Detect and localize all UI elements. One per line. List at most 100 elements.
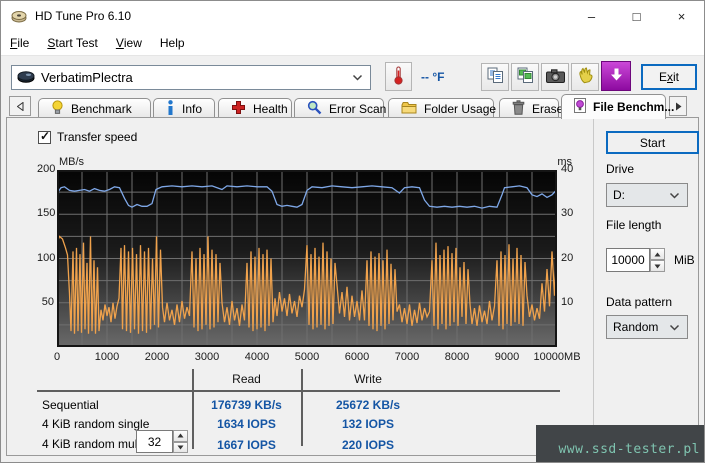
disk-icon (17, 70, 35, 86)
title-bar: HD Tune Pro 6.10 – □ × (1, 1, 704, 31)
exit-button[interactable]: Exit (641, 64, 697, 90)
tab-info[interactable]: Info (153, 98, 215, 118)
file-length-unit: MiB (674, 253, 695, 267)
chevron-down-icon (669, 324, 687, 331)
axis-tick-label: 7000 (394, 351, 420, 363)
data-pattern-value: Random (613, 320, 659, 334)
menu-file[interactable]: File (1, 31, 38, 55)
transfer-speed-checkbox[interactable]: Transfer speed (38, 129, 138, 144)
transfer-speed-plot (57, 170, 557, 347)
queue-depth-input[interactable]: 32 (136, 430, 173, 453)
trash-icon (512, 99, 525, 118)
chevron-down-icon (669, 192, 687, 199)
axis-tick-label: 100 (37, 251, 56, 264)
file-length-spinner (650, 248, 665, 272)
copy-text-button[interactable] (481, 63, 509, 91)
tab-benchmark[interactable]: Benchmark (38, 98, 151, 118)
info-icon (166, 99, 175, 118)
copy-image-icon (517, 67, 534, 87)
sequential-read-value: 176739 KB/s (211, 398, 282, 412)
watermark-text: www.ssd-tester.pl (558, 442, 700, 457)
menu-start-test[interactable]: Start Test (38, 31, 106, 55)
axis-tick-label: 40 (561, 163, 574, 175)
random-single-read-value: 1634 IOPS (217, 417, 276, 431)
tab-file-benchmark[interactable]: File Benchm... (561, 94, 674, 119)
magnifier-icon (307, 100, 322, 118)
menu-bar: File Start Test View Help (1, 31, 704, 55)
read-column-header: Read (232, 372, 261, 386)
drive-select[interactable]: VerbatimPlectra (11, 65, 371, 90)
arrow-right-icon (675, 99, 682, 114)
tab-erase[interactable]: Erase (499, 98, 563, 118)
file-length-input[interactable]: 10000 (606, 248, 650, 272)
axis-tick-label: 2000 (144, 351, 170, 363)
table-header-divider (37, 390, 560, 392)
file-benchmark-icon (574, 98, 586, 116)
menu-view[interactable]: View (107, 31, 151, 55)
copy-text-icon (487, 67, 504, 87)
axis-tick-label: 10 (561, 295, 574, 308)
tab-bar: Benchmark Info Health Error Scan Folder … (1, 93, 704, 119)
tab-folder-usage[interactable]: Folder Usage (388, 98, 496, 118)
save-button[interactable] (601, 61, 631, 91)
tab-health[interactable]: Health (218, 98, 292, 118)
download-arrow-icon (609, 67, 624, 85)
thermometer-icon (393, 66, 404, 88)
start-button[interactable]: Start (606, 131, 699, 154)
drive-select-value: VerbatimPlectra (41, 70, 133, 85)
checkbox-label: Transfer speed (57, 130, 138, 144)
data-pattern-label: Data pattern (606, 295, 673, 309)
axis-tick-label: 0 (53, 351, 61, 363)
axis-tick-label: 5000 (294, 351, 320, 363)
checkbox-box (38, 129, 51, 144)
chevron-down-icon (352, 74, 370, 81)
window-controls: – □ × (569, 1, 704, 31)
sequential-write-value: 25672 KB/s (335, 398, 401, 412)
drive-dropdown-value: D: (613, 188, 625, 202)
row-label-random-multi: 4 KiB random multi (42, 437, 144, 451)
axis-tick-label: 50 (41, 295, 54, 308)
axis-tick-label: 30 (561, 207, 574, 220)
data-pattern-dropdown[interactable]: Random (606, 315, 688, 339)
donate-button[interactable] (571, 63, 599, 91)
file-benchmark-panel: Transfer speed MB/s ms 2001501005040302 (6, 117, 699, 456)
axis-tick-label: 20 (561, 251, 574, 264)
axis-tick-label: 3000 (194, 351, 220, 363)
health-cross-icon (231, 100, 246, 118)
axis-tick-label: 6000 (344, 351, 370, 363)
temperature-value: -- °F (421, 70, 445, 84)
axis-tick-label: 10000MB (533, 351, 581, 363)
folder-icon (401, 101, 417, 117)
camera-icon (545, 68, 565, 86)
bulb-icon (51, 99, 64, 118)
window-title: HD Tune Pro 6.10 (35, 9, 132, 23)
axis-tick-label: 1000 (94, 351, 120, 363)
spin-down-button[interactable] (173, 441, 188, 453)
close-button[interactable]: × (659, 1, 704, 31)
drive-dropdown[interactable]: D: (606, 183, 688, 207)
hand-icon (577, 67, 594, 87)
tab-scroll-left[interactable] (9, 96, 31, 116)
random-multi-read-value: 1667 IOPS (217, 438, 276, 452)
temperature-button[interactable] (385, 62, 412, 91)
tab-error-scan[interactable]: Error Scan (294, 98, 386, 118)
spin-down-button[interactable] (650, 260, 665, 272)
file-length-label: File length (606, 218, 662, 232)
axis-tick-label: 8000 (444, 351, 470, 363)
row-label-random-single: 4 KiB random single (42, 417, 150, 431)
queue-depth-spinner: 32 (136, 430, 188, 453)
screenshot-button[interactable] (541, 63, 569, 91)
random-single-write-value: 132 IOPS (341, 417, 395, 431)
maximize-button[interactable]: □ (614, 1, 659, 31)
minimize-button[interactable]: – (569, 1, 614, 31)
random-multi-write-value: 220 IOPS (341, 438, 395, 452)
copy-image-button[interactable] (511, 63, 539, 91)
spin-up-button[interactable] (650, 248, 665, 260)
menu-help[interactable]: Help (151, 31, 194, 55)
spin-up-button[interactable] (173, 430, 188, 442)
benchmark-chart: MB/s ms 200 150 100 50 40 30 20 10 0 1000 2000 3000… (37, 154, 602, 368)
write-column-header: Write (354, 372, 382, 386)
axis-tick-label: 9000 (494, 351, 520, 363)
drive-label: Drive (606, 162, 635, 176)
watermark: www.ssd-tester.pl (536, 425, 704, 462)
